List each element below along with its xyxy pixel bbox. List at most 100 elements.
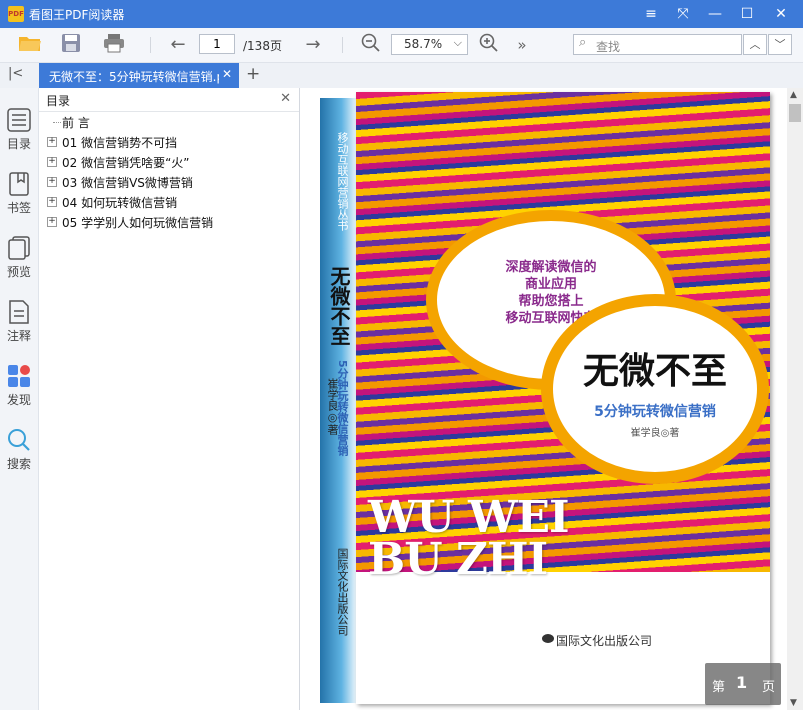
sidebar-item-label: 注释	[6, 329, 31, 343]
maximize-icon[interactable]: ☐	[732, 0, 762, 28]
tab-label: 无微不至：5分钟玩转微信营销.pdf	[49, 70, 219, 84]
close-tab-icon[interactable]: ✕	[222, 67, 232, 81]
toc-item-04[interactable]: + 04 如何玩转微信营销	[39, 192, 299, 212]
page-indicator-badge: 第 1 页	[705, 663, 781, 705]
page-badge-suffix: 页	[762, 680, 776, 695]
publisher-logo-icon	[542, 634, 554, 643]
scroll-down-icon[interactable]: ▼	[790, 698, 797, 708]
expand-icon[interactable]: +	[47, 177, 57, 187]
scrollbar-thumb[interactable]	[789, 104, 801, 122]
toc-item-label: 05 学学别人如何玩微信营销	[62, 216, 214, 230]
bubble-line: 商业应用	[524, 277, 577, 292]
expand-icon[interactable]: +	[47, 157, 57, 167]
close-icon[interactable]: ✕	[280, 91, 291, 106]
toc-panel: 目录 ✕ 前 言 + 01 微信营销势不可挡 + 02 微信营销凭啥要“火” +…	[39, 88, 300, 710]
collapse-sidebar-icon[interactable]: |<	[8, 66, 23, 81]
toc-list: 前 言 + 01 微信营销势不可挡 + 02 微信营销凭啥要“火” + 03 微…	[39, 112, 299, 232]
book-front-cover: 深度解读微信的 商业应用 帮助您搭上 移动互联网快车 无微不至 5分钟玩转微信营…	[356, 92, 770, 704]
toolbar-divider	[150, 37, 151, 53]
toc-item-label: 01 微信营销势不可挡	[62, 136, 178, 150]
cover-pinyin-line2: BU ZHI	[368, 534, 548, 585]
toolbar-divider	[342, 37, 343, 53]
minimize-icon[interactable]: —	[700, 0, 730, 28]
app-title: 看图王PDF阅读器	[29, 8, 125, 22]
search-placeholder: 查找	[596, 40, 621, 54]
cover-subtitle: 5分钟玩转微信营销	[594, 404, 716, 420]
spine-author: 崔学良◎著	[326, 378, 339, 435]
save-icon[interactable]	[58, 33, 84, 57]
sidebar: 目录 书签 预览 注释 发现 搜索	[0, 88, 39, 710]
sidebar-item-label: 预览	[6, 265, 31, 279]
spine-series-text: 移动互联网营销丛书	[336, 132, 349, 231]
toc-header: 目录 ✕	[39, 88, 299, 112]
open-folder-icon[interactable]	[17, 33, 43, 57]
scroll-up-icon[interactable]: ▲	[790, 90, 797, 100]
toc-item-label: 04 如何玩转微信营销	[62, 196, 178, 210]
expand-icon[interactable]: +	[47, 137, 57, 147]
zoom-in-icon[interactable]	[476, 33, 502, 57]
sidebar-item-preview[interactable]: 预览	[0, 232, 38, 288]
sidebar-item-label: 书签	[6, 201, 31, 215]
sidebar-item-label: 发现	[6, 393, 31, 407]
tab-document[interactable]: 无微不至：5分钟玩转微信营销.pdf ✕	[39, 63, 239, 88]
close-icon[interactable]: ✕	[766, 0, 796, 28]
book-cover-page: 移动互联网营销丛书 无微不至 5分钟玩转微信营销 崔学良◎著 国际文化出版公司 …	[320, 92, 772, 708]
zoom-value: 58.7%	[404, 37, 443, 51]
previous-page-icon[interactable]: ←	[165, 33, 191, 57]
search-next-button[interactable]: ﹀	[768, 34, 792, 55]
cover-author: 崔学良◎著	[630, 428, 680, 439]
search-icon	[8, 429, 30, 451]
more-tools-icon[interactable]: »	[509, 33, 535, 57]
toc-item-01[interactable]: + 01 微信营销势不可挡	[39, 132, 299, 152]
toc-item-label: 前 言	[62, 116, 90, 130]
sidebar-item-discover[interactable]: 发现	[0, 360, 38, 416]
sidebar-item-label: 目录	[6, 137, 31, 151]
sidebar-item-search[interactable]: 搜索	[0, 424, 38, 480]
tab-bar: |< 无微不至：5分钟玩转微信营销.pdf ✕ +	[0, 63, 803, 89]
page-total-label: /138页	[243, 39, 282, 53]
sidebar-item-annotations[interactable]: 注释	[0, 296, 38, 352]
cover-publisher: 国际文化出版公司	[556, 634, 653, 648]
fullscreen-icon[interactable]: ⤧	[668, 0, 698, 28]
toc-item-03[interactable]: + 03 微信营销VS微博营销	[39, 172, 299, 192]
toc-title: 目录	[46, 94, 71, 108]
menu-icon[interactable]: ≡	[636, 0, 666, 28]
chevron-down-icon: ⌵	[453, 36, 462, 49]
cover-title: 无微不至	[582, 350, 727, 392]
bookmark-icon	[9, 172, 29, 196]
vertical-scrollbar[interactable]: ▲ ▼	[787, 88, 803, 710]
search-icon: ⌕	[579, 35, 587, 50]
zoom-out-icon[interactable]	[358, 33, 384, 57]
speech-bubble-large: 无微不至 5分钟玩转微信营销 崔学良◎著	[541, 294, 769, 484]
title-bar: PDF 看图王PDF阅读器 ≡ ⤧ — ☐ ✕	[0, 0, 803, 28]
toc-item-label: 02 微信营销凭啥要“火”	[62, 156, 190, 170]
toc-item-05[interactable]: + 05 学学别人如何玩微信营销	[39, 212, 299, 232]
toc-item-preface[interactable]: 前 言	[39, 112, 299, 132]
book-spine: 移动互联网营销丛书 无微不至 5分钟玩转微信营销 崔学良◎著 国际文化出版公司	[320, 98, 356, 703]
next-page-icon[interactable]: →	[300, 33, 326, 57]
expand-icon[interactable]: +	[47, 217, 57, 227]
add-tab-icon[interactable]: +	[246, 64, 260, 84]
page-badge-number: 1	[736, 673, 748, 692]
list-icon	[7, 108, 31, 132]
spine-publisher: 国际文化出版公司	[336, 548, 349, 636]
toc-item-02[interactable]: + 02 微信营销凭啥要“火”	[39, 152, 299, 172]
expand-icon[interactable]: +	[47, 197, 57, 207]
page-number-input[interactable]	[199, 34, 235, 54]
sidebar-item-toc[interactable]: 目录	[0, 104, 38, 160]
pages-icon	[8, 236, 30, 260]
bubble-line: 深度解读微信的	[505, 260, 597, 275]
apps-icon	[8, 365, 30, 387]
app-logo-icon: PDF	[8, 6, 24, 22]
toolbar: ← /138页 → 58.7% ⌵ » ⌕ 查找 ︿ ﹀	[0, 28, 803, 63]
toc-item-label: 03 微信营销VS微博营销	[62, 176, 193, 190]
print-icon[interactable]	[101, 33, 127, 57]
zoom-select[interactable]: 58.7% ⌵	[391, 34, 468, 55]
page-badge-prefix: 第	[712, 680, 726, 695]
tree-connector	[53, 122, 61, 123]
search-input[interactable]: ⌕ 查找	[573, 34, 742, 55]
annotation-icon	[9, 300, 29, 324]
sidebar-item-label: 搜索	[6, 457, 31, 471]
sidebar-item-bookmarks[interactable]: 书签	[0, 168, 38, 224]
search-previous-button[interactable]: ︿	[743, 34, 767, 55]
